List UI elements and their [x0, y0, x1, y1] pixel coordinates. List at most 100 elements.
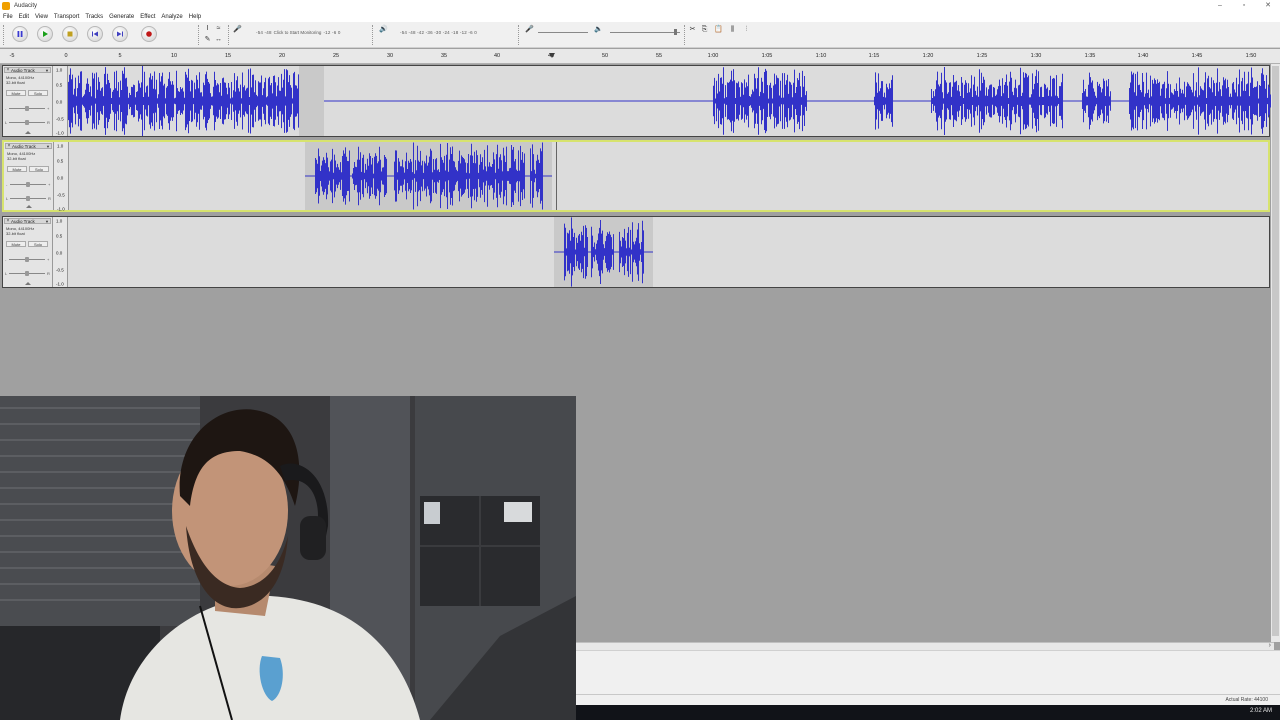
ruler-tick: 15 — [224, 53, 232, 59]
waveform-area[interactable] — [69, 142, 1268, 210]
track-control-panel[interactable]: × Audio Track ▼ Mono, 44100Hz 32-bit flo… — [3, 217, 53, 287]
mute-button[interactable]: Mute — [7, 166, 27, 172]
multi-tool-icon[interactable]: ↔ — [214, 35, 223, 44]
menu-tracks[interactable]: Tracks — [82, 14, 106, 20]
envelope-tool-icon[interactable]: ≈ — [214, 24, 223, 33]
audio-track-3[interactable]: × Audio Track ▼ Mono, 44100Hz 32-bit flo… — [2, 216, 1270, 288]
trim-icon[interactable]: ⫼ — [728, 25, 737, 34]
menu-help[interactable]: Help — [186, 14, 204, 20]
solo-button[interactable]: Solo — [29, 166, 49, 172]
gain-slider[interactable]: - + — [5, 257, 49, 262]
playback-volume-icon: 🔈 — [594, 26, 603, 33]
amplitude-scale[interactable]: 1.0 0.5 0.0 -0.5 -1.0 — [53, 66, 68, 136]
menu-generate[interactable]: Generate — [106, 14, 137, 20]
close-window-button[interactable]: ✕ — [1256, 0, 1280, 11]
mute-button[interactable]: Mute — [6, 90, 26, 96]
toolbar-grip[interactable] — [518, 25, 520, 45]
collapse-track-icon[interactable] — [26, 205, 32, 208]
mute-button[interactable]: Mute — [6, 241, 26, 247]
horizontal-scrollbar[interactable]: › — [576, 642, 1274, 650]
record-button[interactable] — [141, 26, 157, 42]
audio-clip[interactable] — [68, 66, 299, 136]
menu-analyze[interactable]: Analyze — [158, 14, 185, 20]
gain-slider-knob[interactable] — [26, 182, 30, 187]
menu-effect[interactable]: Effect — [137, 14, 158, 20]
pan-slider[interactable]: L R — [6, 196, 51, 201]
toolbar-grip[interactable] — [3, 25, 5, 45]
solo-button[interactable]: Solo — [28, 90, 48, 96]
silence-icon[interactable]: ⫶ — [742, 25, 751, 34]
track-header[interactable]: × Audio Track ▼ — [4, 67, 51, 73]
playback-volume-thumb[interactable] — [674, 29, 677, 35]
menu-file[interactable]: File — [0, 14, 16, 20]
ruler-tick: 1:40 — [1137, 53, 1149, 59]
audio-track-2[interactable]: × Audio Track ▼ Mono, 44100Hz 32-bit flo… — [2, 140, 1270, 212]
gain-slider-knob[interactable] — [25, 106, 29, 111]
ruler-tick: 30 — [386, 53, 394, 59]
ruler-tick: 1:20 — [922, 53, 934, 59]
pan-slider[interactable]: L R — [5, 271, 50, 276]
pause-button[interactable] — [12, 26, 28, 42]
track-menu-arrow-icon[interactable]: ▼ — [45, 219, 50, 224]
toolbar-grip[interactable] — [228, 25, 230, 45]
pan-slider[interactable]: L R — [5, 120, 50, 125]
menu-transport[interactable]: Transport — [51, 14, 82, 20]
gain-minus-label: - — [6, 182, 8, 187]
playback-meter[interactable]: -54 -48 -42 -36 -30 -24 -18 -12 -6 0 — [400, 27, 477, 37]
vertical-scrollbar-thumb[interactable] — [1272, 66, 1279, 636]
play-button[interactable] — [37, 26, 53, 42]
skip-to-start-button[interactable] — [87, 26, 103, 42]
menu-view[interactable]: View — [32, 14, 51, 20]
skip-to-end-button[interactable] — [112, 26, 128, 42]
record-volume-icon: 🎤 — [525, 26, 534, 33]
menu-edit[interactable]: Edit — [16, 14, 32, 20]
collapse-track-icon[interactable] — [25, 282, 31, 285]
maximize-button[interactable]: ▫ — [1232, 0, 1256, 11]
track-name[interactable]: Audio Track — [12, 144, 46, 149]
gain-slider[interactable]: - + — [6, 182, 50, 187]
amplitude-scale[interactable]: 1.0 0.5 0.0 -0.5 -1.0 — [53, 217, 68, 287]
toolbar-grip[interactable] — [684, 25, 686, 45]
toolbar-grip[interactable] — [372, 25, 374, 45]
toolbar-grip[interactable] — [198, 25, 200, 45]
start-monitoring-label[interactable]: Click to Start Monitoring — [274, 30, 322, 35]
scroll-right-icon[interactable]: › — [1269, 642, 1271, 649]
clip-boundary[interactable] — [556, 142, 557, 210]
minimize-button[interactable]: – — [1208, 0, 1232, 11]
draw-tool-icon[interactable]: ✎ — [203, 35, 212, 44]
gain-slider[interactable]: - + — [5, 106, 49, 111]
track-menu-arrow-icon[interactable]: ▼ — [46, 144, 51, 149]
audio-clip[interactable] — [305, 142, 552, 210]
waveform-area[interactable] — [68, 66, 1271, 136]
track-header[interactable]: × Audio Track ▼ — [5, 143, 52, 149]
audio-track-1[interactable]: × Audio Track ▼ Mono, 44100Hz 32-bit flo… — [2, 65, 1271, 137]
selection-tool-icon[interactable]: I — [203, 24, 212, 33]
solo-button[interactable]: Solo — [28, 241, 48, 247]
track-name[interactable]: Audio Track — [11, 68, 45, 73]
track-control-panel[interactable]: × Audio Track ▼ Mono, 44100Hz 32-bit flo… — [4, 142, 54, 210]
paste-icon[interactable]: 📋 — [714, 25, 723, 34]
track-header[interactable]: × Audio Track ▼ — [4, 218, 51, 224]
pan-slider-knob[interactable] — [25, 271, 29, 276]
pan-slider-knob[interactable] — [25, 120, 29, 125]
amplitude-scale[interactable]: 1.0 0.5 0.0 -0.5 -1.0 — [54, 142, 69, 212]
waveform-area[interactable] — [68, 217, 1269, 287]
audio-clip[interactable] — [554, 217, 653, 287]
gain-slider-knob[interactable] — [25, 257, 29, 262]
copy-icon[interactable]: ⎘ — [700, 25, 709, 34]
timeline-ruler[interactable]: -5 0 5 10 15 20 25 30 35 40 45 50 55 1:0… — [0, 49, 1280, 64]
track-control-panel[interactable]: × Audio Track ▼ Mono, 44100Hz 32-bit flo… — [3, 66, 53, 136]
stop-button[interactable] — [62, 26, 78, 42]
track-menu-arrow-icon[interactable]: ▼ — [45, 68, 50, 73]
playhead-marker[interactable] — [549, 53, 555, 58]
pan-slider-knob[interactable] — [26, 196, 30, 201]
vertical-scrollbar[interactable] — [1271, 64, 1280, 642]
audio-clip[interactable] — [324, 66, 1271, 136]
record-volume-slider[interactable] — [538, 32, 588, 33]
cut-icon[interactable]: ✂ — [688, 25, 697, 34]
gain-minus-label: - — [5, 257, 7, 262]
record-meter[interactable]: -54 -48 Click to Start Monitoring -12 -6… — [256, 27, 341, 37]
playback-volume-slider[interactable] — [610, 32, 680, 33]
collapse-track-icon[interactable] — [25, 131, 31, 134]
track-name[interactable]: Audio Track — [11, 219, 45, 224]
